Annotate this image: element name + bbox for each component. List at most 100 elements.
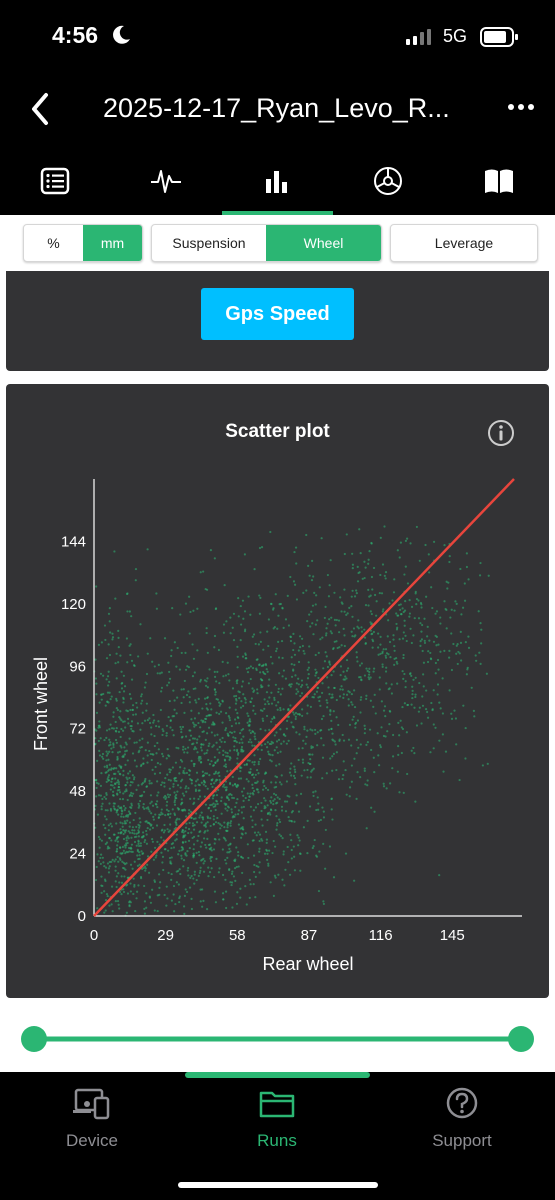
scatter-point [118,715,121,719]
scatter-point [137,839,140,842]
scatter-point [315,672,318,675]
scatter-point [284,734,287,737]
scatter-point [128,821,132,824]
scatter-point [109,697,112,701]
suspension-button[interactable]: Suspension [152,225,266,261]
y-tick-label: 120 [61,596,86,613]
scatter-point [131,867,134,870]
scatter-point [168,816,172,819]
scatter-point [145,892,148,895]
scatter-point [113,550,116,553]
scatter-point [139,623,142,626]
scatter-point [134,567,138,571]
scatter-point [196,649,199,652]
scatter-point [297,677,300,680]
scatter-point [458,778,461,782]
wheel-button[interactable]: Wheel [266,225,381,261]
scatter-point [217,701,221,704]
scatter-point [112,746,115,749]
scatter-point [195,861,198,864]
scatter-point [253,870,256,874]
scatter-point [326,701,329,704]
nav-device[interactable]: Device [12,1086,172,1151]
scatter-point [350,605,353,608]
scatter-point [406,537,409,540]
scatter-point [172,846,176,849]
scatter-point [266,812,270,816]
tab-setup[interactable] [353,161,423,201]
scatter-point [266,858,269,862]
scatter-point [109,743,112,746]
scatter-point [158,886,161,889]
scatter-point [216,670,219,674]
scatter-point [424,708,428,711]
more-options-icon[interactable] [505,97,537,117]
nav-runs[interactable]: Runs [197,1086,357,1151]
tab-charts[interactable] [242,161,312,201]
percent-button[interactable]: % [24,225,83,261]
scatter-point [213,723,216,726]
scatter-point [331,738,334,741]
scatter-point [460,613,463,616]
scatter-point [206,677,209,680]
scatter-point [114,880,117,883]
scatter-point [98,701,101,704]
scatter-point [364,642,367,645]
scatter-point [212,744,215,747]
scatter-point [96,907,99,910]
scatter-point [342,670,345,673]
scatter-point [177,883,180,886]
scatter-point [210,846,213,849]
back-icon[interactable] [26,91,56,127]
scatter-point [251,783,254,786]
scatter-point [146,863,149,866]
mm-button[interactable]: mm [83,225,142,261]
scatter-point [305,533,308,537]
slider-end-handle[interactable] [508,1026,534,1052]
scatter-point [215,680,218,683]
scatter-point [280,774,283,777]
tab-details[interactable] [20,161,90,201]
tab-signal[interactable] [131,161,201,201]
scatter-point [138,739,141,742]
scatter-point [293,713,296,716]
scatter-point [213,756,216,759]
nav-support[interactable]: Support [382,1086,542,1151]
scatter-point [456,642,459,646]
gps-speed-button[interactable]: Gps Speed [201,288,354,340]
scatter-point [183,912,186,916]
scatter-point [110,839,113,842]
scatter-point [241,741,244,744]
scatter-point [246,792,249,795]
scatter-point [198,789,201,792]
scatter-point [348,786,352,789]
reference-line [93,478,515,917]
scatter-point [316,686,320,689]
scatter-point [286,845,289,849]
scatter-point [353,635,356,638]
time-range-slider[interactable] [20,1024,535,1054]
slider-start-handle[interactable] [21,1026,47,1052]
scatter-point [158,873,161,876]
tab-guide[interactable] [464,161,534,201]
scatter-point [274,845,277,848]
scatter-point [270,720,273,723]
scatter-point [251,744,254,747]
scatter-point [175,665,178,668]
scatter-point [226,822,229,825]
scatter-point [317,651,320,654]
scatter-point [313,838,316,842]
scatter-point [292,726,295,729]
scatter-point [281,687,284,690]
leverage-button[interactable]: Leverage [391,225,537,261]
scatter-point [334,624,337,627]
scatter-point [311,695,314,699]
scatter-point [115,875,118,878]
content-area[interactable]: Gps Speed Scatter plot Front wheel Rear … [0,271,555,1072]
scatter-point [230,811,234,814]
scatter-point [319,818,322,822]
scatter-point [401,705,404,709]
scatter-point [165,724,169,727]
scatter-point [193,737,196,740]
scatter-point [141,794,144,797]
